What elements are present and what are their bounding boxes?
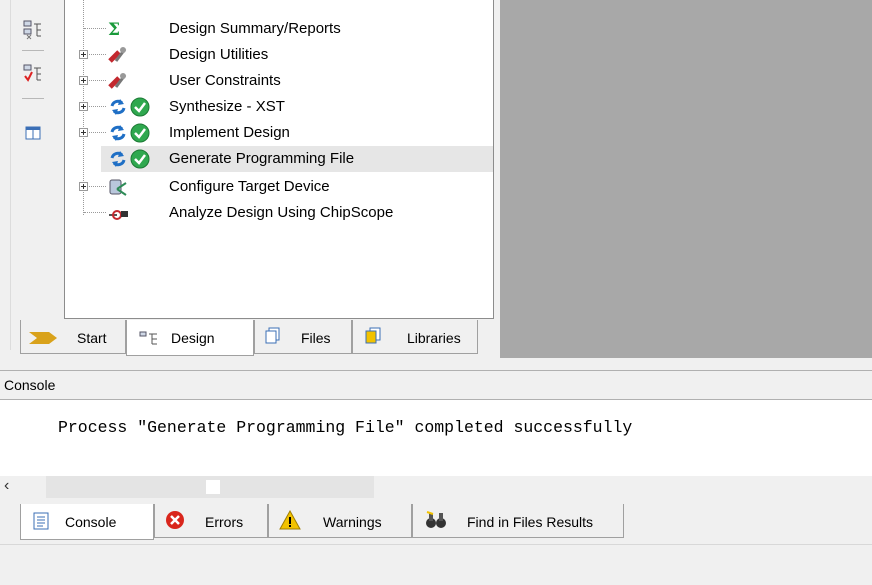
rerun-icon <box>107 149 129 169</box>
panel-tab-bar: Start Design Files Libraries <box>20 320 490 356</box>
tree-item-implement-design[interactable]: Implement Design <box>65 120 493 146</box>
tab-errors[interactable]: Errors <box>154 504 268 538</box>
tab-label: Console <box>65 514 117 530</box>
hierarchy-check-icon[interactable] <box>22 62 44 84</box>
tree-item-label: Design Summary/Reports <box>169 20 341 37</box>
console-icon <box>33 512 49 530</box>
device-icon <box>107 177 129 197</box>
horizontal-scrollbar[interactable]: ‹ <box>0 476 872 498</box>
files-icon <box>265 327 280 344</box>
panel-layout-icon[interactable] <box>22 122 44 144</box>
rerun-icon <box>107 97 129 117</box>
tree-connector <box>84 212 106 213</box>
tab-label: Warnings <box>323 514 382 530</box>
status-bar <box>0 544 872 585</box>
sigma-icon: Σ <box>105 19 127 40</box>
tree-item-configure-target-device[interactable]: Configure Target Device <box>65 174 493 200</box>
tree-item-label: User Constraints <box>169 72 281 89</box>
editor-workspace <box>500 0 872 358</box>
tree-item-label: Generate Programming File <box>169 150 355 167</box>
error-icon <box>166 511 184 529</box>
tree-item-label: Synthesize - XST <box>169 98 285 115</box>
expand-icon[interactable] <box>79 50 88 59</box>
console-message: Process "Generate Programming File" comp… <box>58 418 633 437</box>
tree-item-design-utilities[interactable]: Design Utilities <box>65 42 493 68</box>
tree-connector <box>84 28 106 29</box>
rerun-icon <box>107 123 129 143</box>
binoculars-icon <box>426 511 446 528</box>
tree-item-label: Design Utilities <box>169 46 269 63</box>
tab-label: Find in Files Results <box>467 514 594 530</box>
tree-connector <box>89 80 106 81</box>
scroll-thumb[interactable] <box>206 480 220 494</box>
tree-item-design-summary[interactable]: Σ Design Summary/Reports <box>65 16 493 42</box>
toolbar-separator <box>22 98 44 99</box>
tab-libraries[interactable]: Libraries <box>352 320 478 354</box>
expand-icon[interactable] <box>79 182 88 191</box>
tab-warnings[interactable]: Warnings <box>268 504 412 538</box>
success-check-icon <box>129 123 151 143</box>
tree-connector <box>89 54 106 55</box>
expand-icon[interactable] <box>79 128 88 137</box>
tab-label: Errors <box>205 514 244 530</box>
tab-find-in-files-results[interactable]: Find in Files Results <box>412 504 624 538</box>
tab-label: Design <box>171 330 215 346</box>
tree-item-generate-programming-file[interactable]: Generate Programming File <box>101 146 493 172</box>
hierarchy-remove-icon[interactable] <box>22 18 44 40</box>
tools-icon <box>107 45 129 65</box>
success-check-icon <box>129 97 151 117</box>
tools-icon <box>107 71 129 91</box>
tab-design[interactable]: Design <box>126 320 254 356</box>
expand-icon[interactable] <box>79 102 88 111</box>
process-tree-panel: Σ Design Summary/Reports Design Utilitie… <box>64 0 494 319</box>
success-check-icon <box>129 149 151 169</box>
tab-label: Files <box>301 330 331 346</box>
tab-files[interactable]: Files <box>254 320 352 354</box>
output-tab-bar: Console Errors Warnings Find in Files Re… <box>20 504 640 540</box>
tree-item-user-constraints[interactable]: User Constraints <box>65 68 493 94</box>
scroll-left-icon[interactable]: ‹ <box>4 477 9 495</box>
warning-icon <box>279 510 301 530</box>
design-hierarchy-icon <box>139 331 157 345</box>
console-output[interactable]: Process "Generate Programming File" comp… <box>42 400 872 476</box>
expand-icon[interactable] <box>79 76 88 85</box>
tree-connector <box>89 186 106 187</box>
console-title: Console <box>4 377 56 393</box>
tree-item-label: Configure Target Device <box>169 178 330 195</box>
tree-item-synthesize[interactable]: Synthesize - XST <box>65 94 493 120</box>
console-gutter <box>0 400 43 476</box>
start-arrow-icon <box>29 332 57 344</box>
tab-label: Start <box>77 330 107 346</box>
tree-item-label: Implement Design <box>169 124 290 141</box>
tab-console[interactable]: Console <box>20 504 154 540</box>
tree-connector <box>89 106 106 107</box>
libraries-icon <box>365 327 381 344</box>
tree-connector <box>89 132 106 133</box>
chipscope-icon <box>107 203 129 223</box>
console-header: Console <box>0 370 872 400</box>
toolbar-edge <box>10 0 11 350</box>
tree-item-label: Analyze Design Using ChipScope <box>169 204 394 221</box>
tab-label: Libraries <box>407 330 461 346</box>
tab-start[interactable]: Start <box>20 320 126 354</box>
svg-text:Σ: Σ <box>108 20 120 39</box>
scroll-track[interactable] <box>46 476 374 498</box>
left-toolbar <box>0 0 64 360</box>
tree-item-chipscope[interactable]: Analyze Design Using ChipScope <box>65 200 493 226</box>
toolbar-separator <box>22 50 44 51</box>
